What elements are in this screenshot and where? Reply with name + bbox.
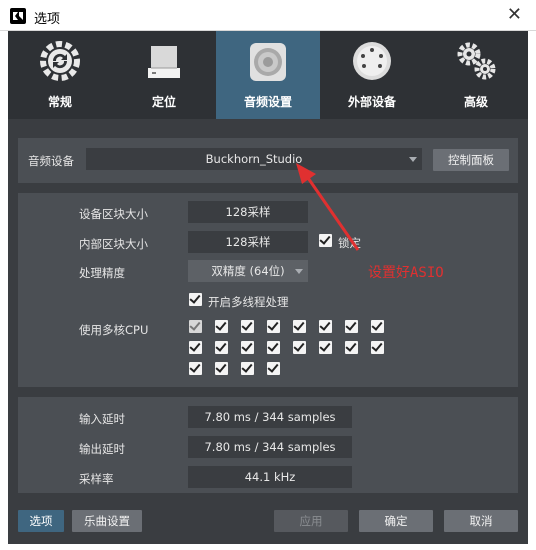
annotation-arrow-icon (296, 163, 360, 251)
annotation-text: 设置好ASIO (368, 265, 444, 281)
